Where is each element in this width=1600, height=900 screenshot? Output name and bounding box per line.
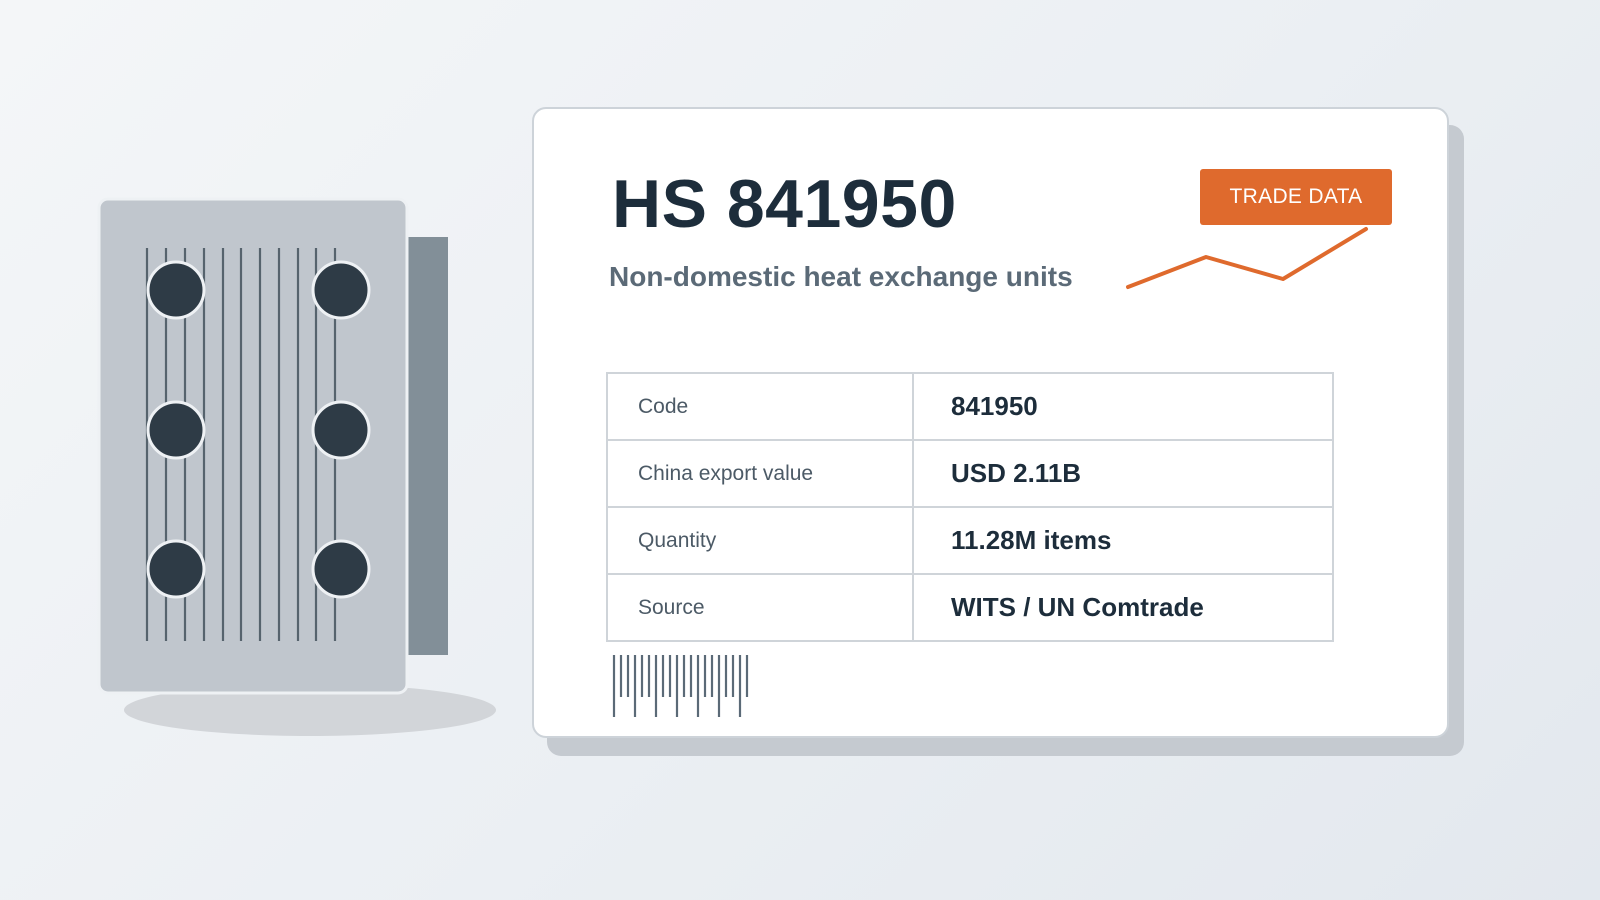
device-side-panel	[408, 237, 448, 655]
row-value: 11.28M items	[912, 506, 1334, 575]
port-circle-icon	[146, 539, 206, 599]
port-circle-icon	[311, 260, 371, 320]
row-label: Code	[606, 372, 914, 441]
info-card: HS 841950 Non-domestic heat exchange uni…	[532, 107, 1449, 738]
table-row: China export value USD 2.11B	[606, 439, 1334, 508]
port-circle-icon	[146, 260, 206, 320]
trade-data-table: Code 841950 China export value USD 2.11B…	[606, 372, 1334, 642]
page-subtitle: Non-domestic heat exchange units	[609, 261, 1073, 292]
port-circle-icon	[146, 400, 206, 460]
trade-data-badge: TRADE DATA	[1200, 169, 1392, 225]
sparkline-icon	[1126, 227, 1368, 289]
barcode-icon	[612, 655, 749, 717]
table-row: Quantity 11.28M items	[606, 506, 1334, 575]
row-value: 841950	[912, 372, 1334, 441]
row-label: Source	[606, 573, 914, 642]
row-value: USD 2.11B	[912, 439, 1334, 508]
row-label: China export value	[606, 439, 914, 508]
page-title: HS 841950	[612, 166, 957, 242]
port-circle-icon	[311, 400, 371, 460]
port-circle-icon	[311, 539, 371, 599]
table-row: Code 841950	[606, 372, 1334, 441]
row-label: Quantity	[606, 506, 914, 575]
row-value: WITS / UN Comtrade	[912, 573, 1334, 642]
heat-exchanger-illustration	[97, 197, 496, 736]
table-row: Source WITS / UN Comtrade	[606, 573, 1334, 642]
